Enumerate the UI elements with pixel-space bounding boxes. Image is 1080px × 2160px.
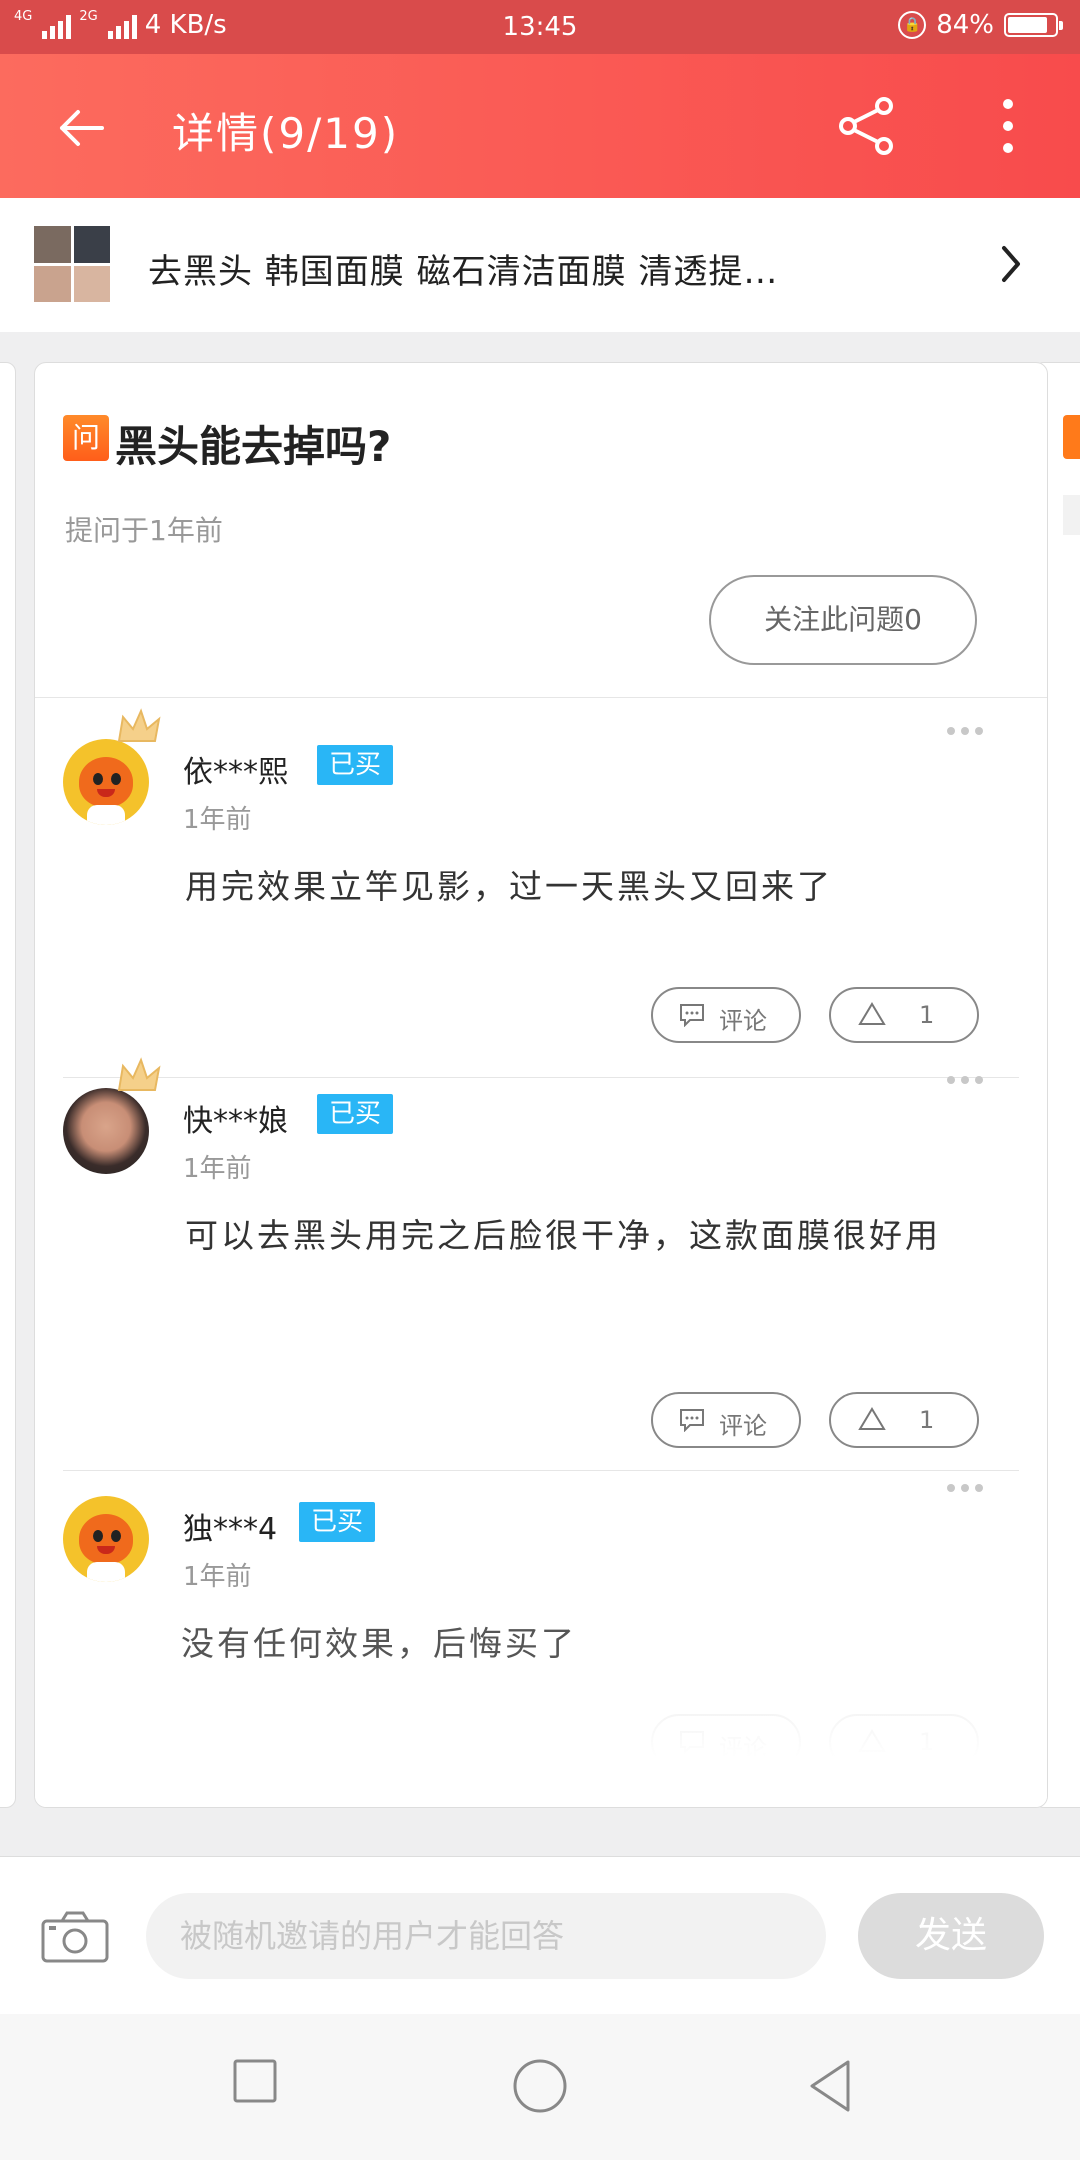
answer-username[interactable]: 独***4 xyxy=(183,1504,277,1548)
product-title: 去黑头 韩国面膜 磁石清洁面膜 清透提… xyxy=(148,252,779,292)
answer-input-bar: 发送 xyxy=(0,1856,1080,2015)
send-button[interactable]: 发送 xyxy=(858,1893,1044,1979)
answer-text: 用完效果立竿见影，过一天黑头又回来了 xyxy=(185,867,833,906)
answer-text: 没有任何效果，后悔买了 xyxy=(181,1624,577,1663)
answer-username[interactable]: 依***熙 xyxy=(183,747,288,791)
camera-icon[interactable] xyxy=(40,1909,110,1965)
product-link-bar[interactable]: 去黑头 韩国面膜 磁石清洁面膜 清透提… xyxy=(0,198,1080,332)
answer-item: 快***娘 已买 1年前 可以去黑头用完之后脸很干净，这款面膜很好用 评论 1 xyxy=(35,1046,1047,1471)
rotation-lock-icon: 🔒 xyxy=(898,11,927,39)
battery-icon xyxy=(1004,13,1063,37)
answer-text: 可以去黑头用完之后脸很干净，这款面膜很好用 xyxy=(185,1216,941,1255)
back-icon[interactable] xyxy=(806,2058,854,2114)
more-vertical-icon[interactable] xyxy=(990,94,1026,158)
placeholder-block xyxy=(1063,495,1080,535)
answer-username[interactable]: 快***娘 xyxy=(183,1096,288,1140)
upvote-button[interactable]: 1 xyxy=(829,1392,979,1448)
comment-label: 评论 xyxy=(719,1007,767,1035)
top-header: 详情(9/19) xyxy=(0,54,1080,198)
home-icon[interactable] xyxy=(512,2058,568,2114)
purchased-badge: 已买 xyxy=(299,1502,376,1542)
purchased-badge: 已买 xyxy=(317,745,394,785)
upvote-count: 1 xyxy=(919,1001,935,1029)
share-icon[interactable] xyxy=(834,94,898,158)
upvote-icon xyxy=(858,1407,886,1430)
scroll-fade xyxy=(35,1683,1047,1807)
comment-button[interactable]: 评论 xyxy=(651,987,801,1043)
product-thumbnail xyxy=(34,226,110,302)
system-nav-bar xyxy=(0,2014,1080,2160)
purchased-badge: 已买 xyxy=(317,1094,394,1134)
question-card: 问 黑头能去掉吗? 提问于1年前 关注此问题0 依***熙 已买 1年前 用完效… xyxy=(34,362,1048,1808)
status-right: 🔒 84% xyxy=(898,10,1063,40)
answer-item: 依***熙 已买 1年前 用完效果立竿见影，过一天黑头又回来了 评论 1 xyxy=(35,697,1047,1078)
arrow-left-icon[interactable] xyxy=(52,98,112,158)
follow-question-button[interactable]: 关注此问题0 xyxy=(709,575,977,665)
comment-icon xyxy=(680,1004,704,1027)
comment-icon xyxy=(680,1409,704,1432)
answer-input[interactable] xyxy=(146,1893,826,1979)
page-title: 详情(9/19) xyxy=(172,109,400,158)
upvote-count: 1 xyxy=(919,1406,935,1434)
upvote-icon xyxy=(858,1002,886,1025)
chevron-right-icon xyxy=(1002,246,1020,282)
previous-question-card[interactable] xyxy=(0,362,16,1808)
comment-button[interactable]: 评论 xyxy=(651,1392,801,1448)
question-title: 黑头能去掉吗? xyxy=(115,422,392,471)
question-icon: 问 xyxy=(63,415,109,461)
comment-label: 评论 xyxy=(719,1412,767,1440)
upvote-button[interactable]: 1 xyxy=(829,987,979,1043)
avatar xyxy=(63,739,149,825)
crown-icon xyxy=(117,708,161,742)
answer-time: 1年前 xyxy=(183,1154,252,1184)
recent-apps-icon[interactable] xyxy=(232,2058,278,2104)
more-horizontal-icon[interactable] xyxy=(945,1074,985,1086)
answer-time: 1年前 xyxy=(183,805,252,835)
answer-time: 1年前 xyxy=(183,1562,252,1592)
more-horizontal-icon[interactable] xyxy=(945,1482,985,1494)
question-meta: 提问于1年前 xyxy=(65,514,223,547)
crown-icon xyxy=(117,1057,161,1091)
avatar xyxy=(63,1088,149,1174)
battery-percent: 84% xyxy=(936,10,994,40)
more-horizontal-icon[interactable] xyxy=(945,725,985,737)
avatar xyxy=(63,1496,149,1582)
question-icon xyxy=(1063,415,1080,459)
status-bar: 4G 2G 4 KB/s 13:45 🔒 84% xyxy=(0,0,1080,54)
